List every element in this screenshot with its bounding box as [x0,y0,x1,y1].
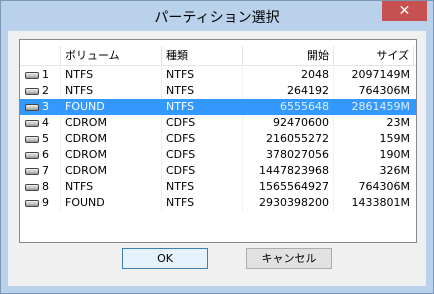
row-number: 3 [42,100,49,113]
start-cell: 1447823968 [243,163,334,179]
start-cell: 2930398200 [243,195,334,211]
size-cell: 764306M [358,180,410,193]
row-number: 2 [42,84,49,97]
row-number: 9 [42,196,49,209]
type-cell: CDFS [162,163,243,179]
table-row[interactable]: 3 FOUND NTFS 6555648 2861459M [20,99,416,115]
volume-cell: NTFS [61,179,162,195]
partition-list[interactable]: ボリューム 種類 開始 サイズ 1 NTFS NTFS 2048 2097149M 2 NT… [19,39,417,243]
size-cell: 1433801M [351,196,410,209]
column-header-icon[interactable] [20,46,61,65]
type-cell: NTFS [162,195,243,211]
start-cell: 2048 [243,67,334,83]
type-cell: NTFS [162,83,243,99]
size-cell: 326M [379,164,411,177]
dialog-body: ボリューム 種類 開始 サイズ 1 NTFS NTFS 2048 2097149M 2 NT… [8,31,426,286]
column-header-type[interactable]: 種類 [162,46,243,65]
row-number: 1 [42,68,49,81]
volume-cell: NTFS [61,67,162,83]
disk-drive-icon [25,103,39,111]
table-row[interactable]: 8 NTFS NTFS 1565564927 764306M [20,179,416,195]
row-index-cell: 7 [20,163,61,179]
row-index-cell: 2 [20,83,61,99]
dialog-title: パーティション選択 [154,10,280,26]
cancel-button[interactable]: キャンセル [246,248,332,269]
table-row[interactable]: 4 CDROM CDFS 92470600 23M [20,115,416,131]
volume-cell: NTFS [61,83,162,99]
disk-drive-icon [25,135,39,143]
volume-cell: CDROM [61,147,162,163]
row-number: 5 [42,132,49,145]
volume-cell: FOUND [61,99,162,115]
type-cell: NTFS [162,179,243,195]
table-row[interactable]: 5 CDROM CDFS 216055272 159M [20,131,416,147]
disk-drive-icon [25,119,39,127]
row-index-cell: 1 [20,67,61,83]
row-index-cell: 6 [20,147,61,163]
disk-drive-icon [25,183,39,191]
row-index-cell: 8 [20,179,61,195]
size-cell: 23M [386,116,411,129]
table-row[interactable]: 1 NTFS NTFS 2048 2097149M [20,67,416,83]
row-index-cell: 4 [20,115,61,131]
table-row[interactable]: 6 CDROM CDFS 378027056 190M [20,147,416,163]
dialog-window: パーティション選択 ✕ ボリューム 種類 開始 サイズ 1 NTFS NTFS 204… [0,0,434,294]
close-button[interactable]: ✕ [382,1,427,21]
column-header-size[interactable]: サイズ [334,46,414,65]
size-cell: 2097149M [351,68,410,81]
size-cell: 2861459M [351,100,410,113]
row-index-cell: 9 [20,195,61,211]
row-number: 8 [42,180,49,193]
close-icon: ✕ [398,3,411,19]
type-cell: CDFS [162,131,243,147]
start-cell: 264192 [243,83,334,99]
row-index-cell: 3 [20,99,61,115]
start-cell: 378027056 [243,147,334,163]
size-cell: 159M [379,132,411,145]
volume-cell: CDROM [61,115,162,131]
column-header-start[interactable]: 開始 [243,46,334,65]
disk-drive-icon [25,71,39,79]
size-cell: 190M [379,148,411,161]
row-index-cell: 5 [20,131,61,147]
volume-cell: CDROM [61,163,162,179]
type-cell: NTFS [162,99,243,115]
volume-cell: CDROM [61,131,162,147]
disk-drive-icon [25,87,39,95]
disk-drive-icon [25,199,39,207]
table-row[interactable]: 2 NTFS NTFS 264192 764306M [20,83,416,99]
ok-button[interactable]: OK [122,248,208,269]
title-bar[interactable]: パーティション選択 ✕ [1,1,433,31]
type-cell: NTFS [162,67,243,83]
start-cell: 216055272 [243,131,334,147]
column-header-volume[interactable]: ボリューム [61,46,162,65]
table-row[interactable]: 9 FOUND NTFS 2930398200 1433801M [20,195,416,211]
disk-drive-icon [25,151,39,159]
start-cell: 1565564927 [243,179,334,195]
list-header: ボリューム 種類 開始 サイズ [20,46,416,66]
row-number: 6 [42,148,49,161]
type-cell: CDFS [162,115,243,131]
row-number: 7 [42,164,49,177]
disk-drive-icon [25,167,39,175]
start-cell: 92470600 [243,115,334,131]
table-row[interactable]: 7 CDROM CDFS 1447823968 326M [20,163,416,179]
type-cell: CDFS [162,147,243,163]
start-cell: 6555648 [243,99,334,115]
volume-cell: FOUND [61,195,162,211]
row-number: 4 [42,116,49,129]
size-cell: 764306M [358,84,410,97]
